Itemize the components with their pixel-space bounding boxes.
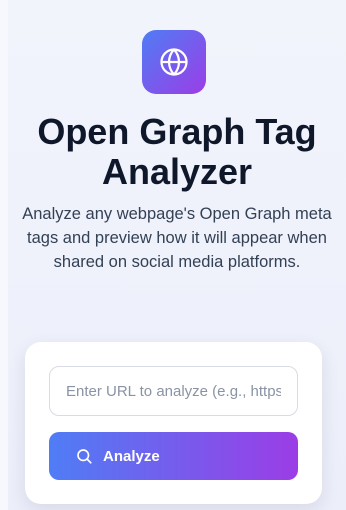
page: Open Graph Tag Analyzer Analyze any webp… bbox=[0, 0, 346, 510]
url-input[interactable] bbox=[49, 366, 298, 416]
analyze-button-label: Analyze bbox=[103, 447, 160, 465]
globe-icon bbox=[160, 48, 188, 76]
logo-badge bbox=[142, 30, 206, 94]
page-title: Open Graph Tag Analyzer bbox=[37, 111, 317, 192]
analyze-card: Analyze bbox=[25, 342, 322, 504]
search-icon bbox=[77, 449, 92, 464]
page-subtitle: Analyze any webpage's Open Graph meta ta… bbox=[22, 205, 332, 271]
analyze-button[interactable]: Analyze bbox=[49, 432, 298, 480]
